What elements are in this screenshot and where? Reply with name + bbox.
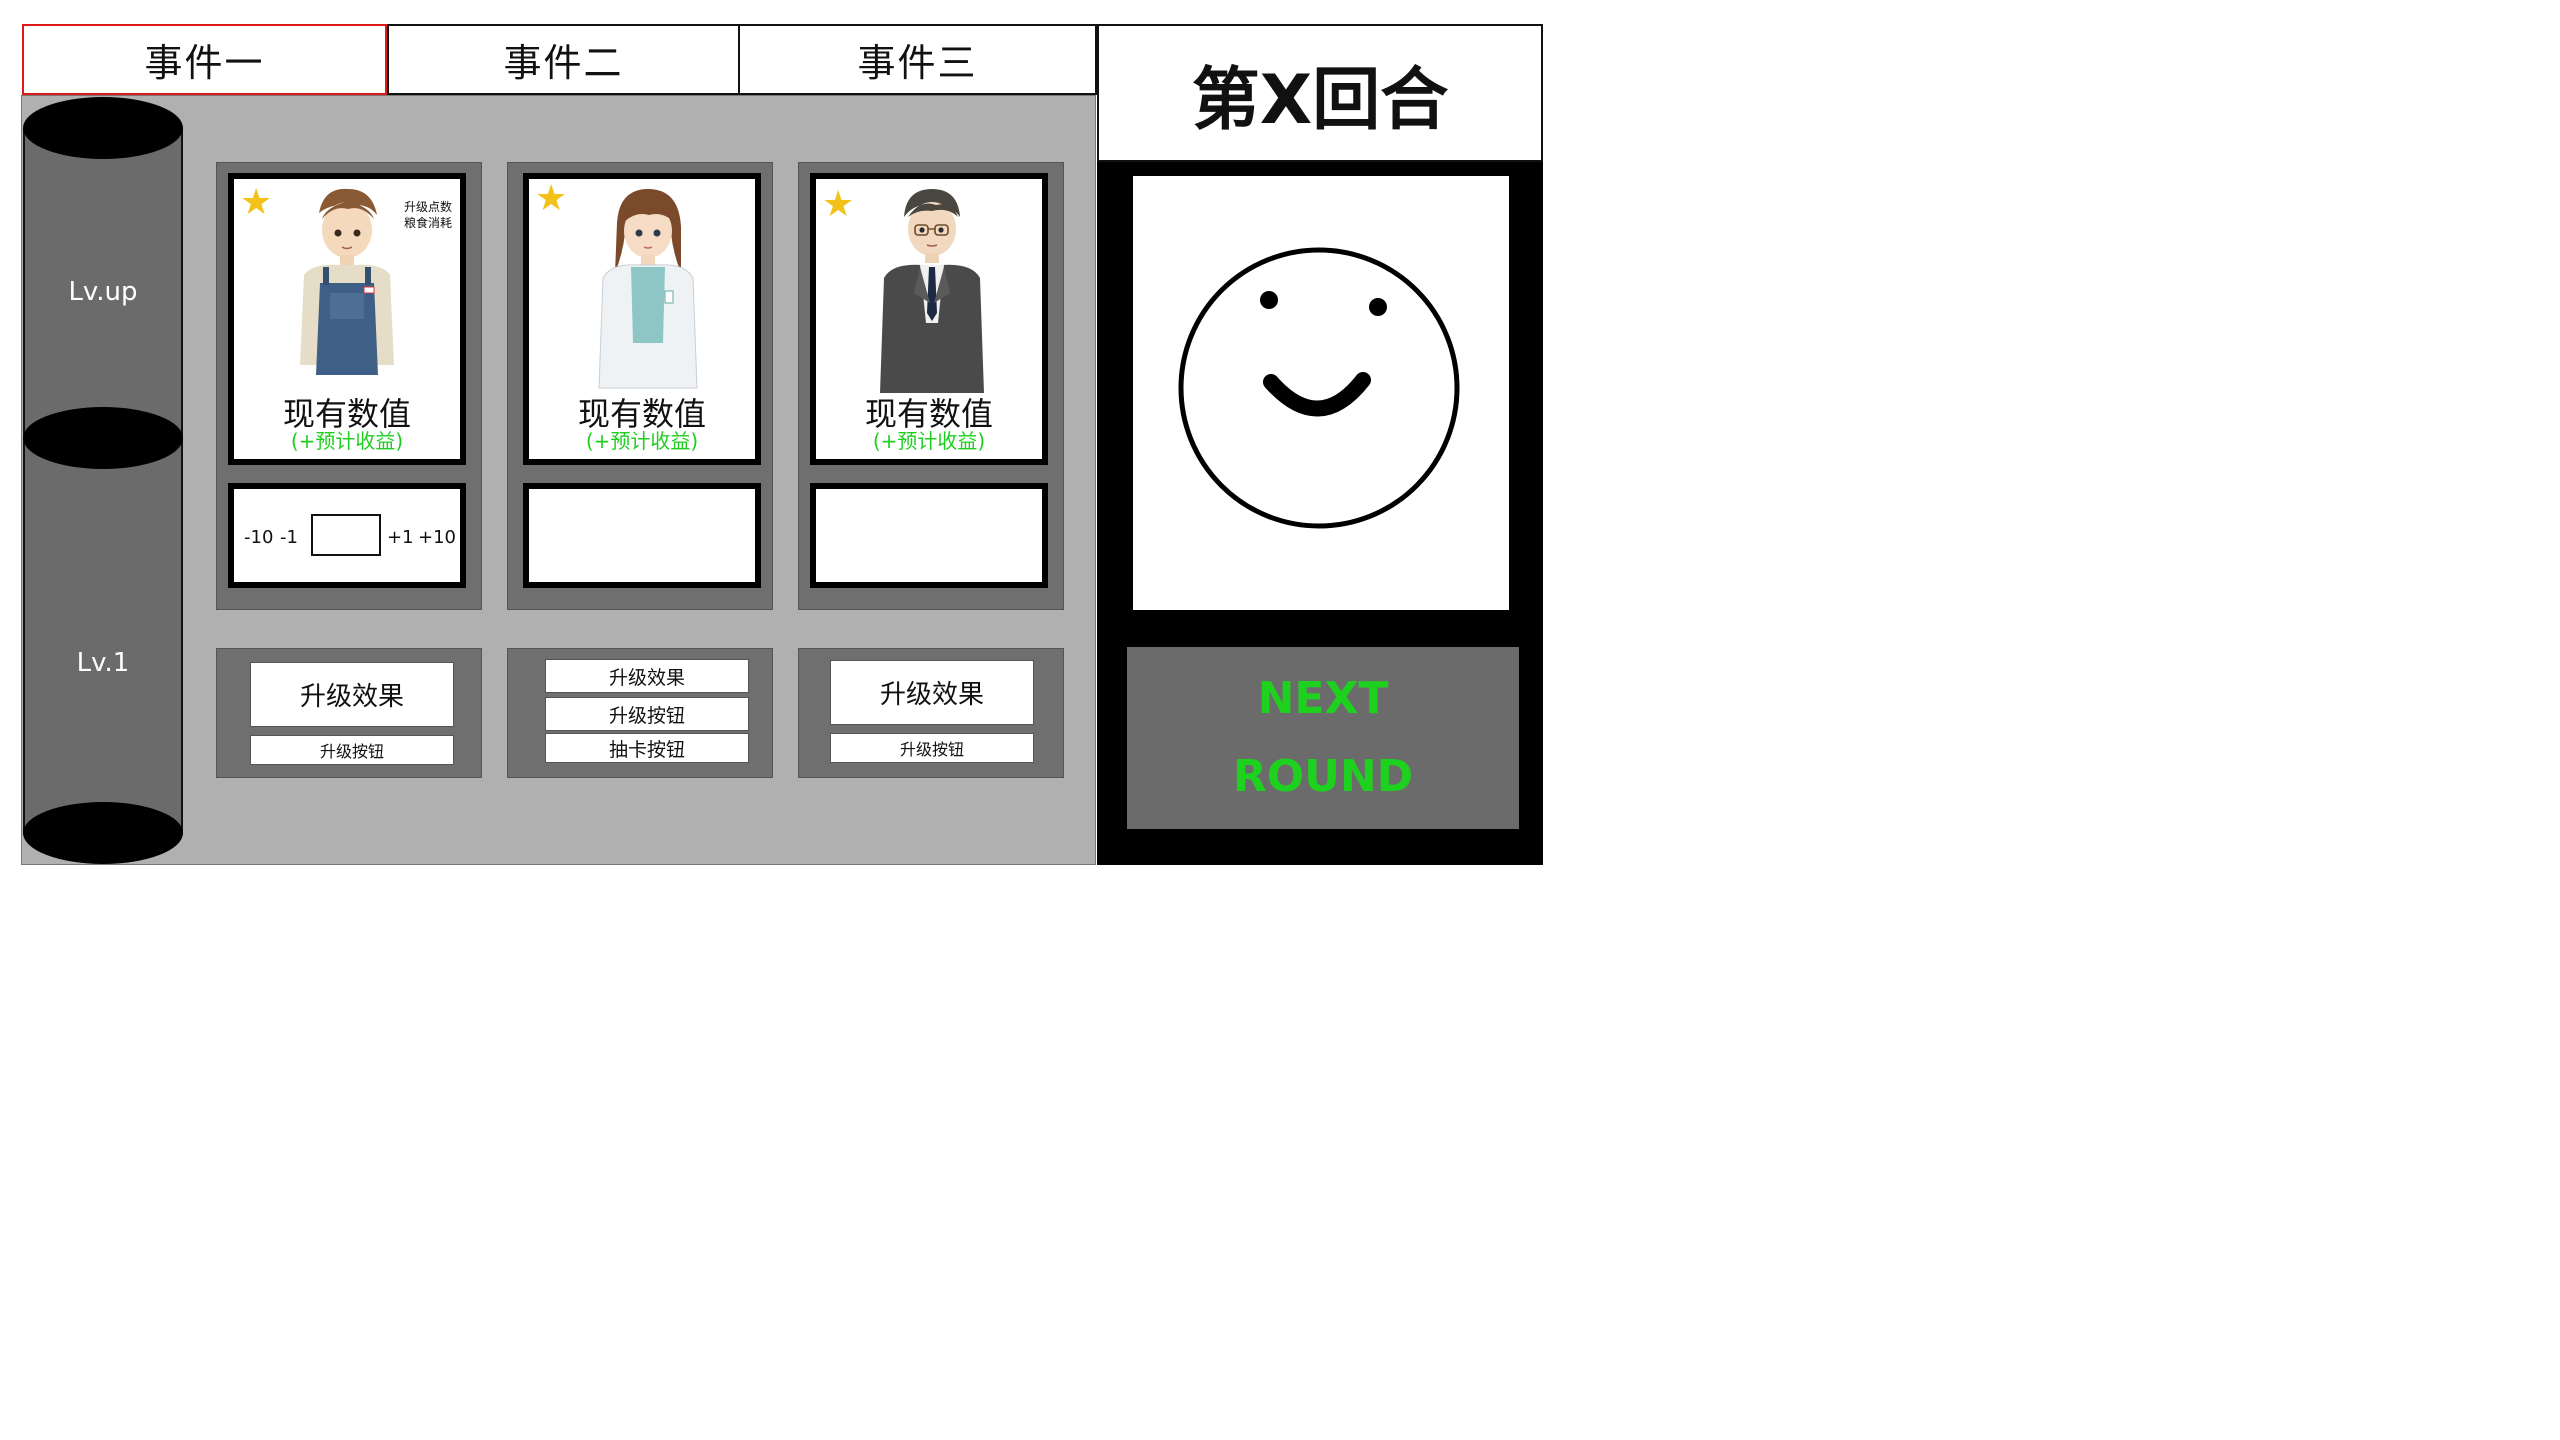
character-card-1[interactable]: ★ 升级点数 粮食消耗 现有数值 (+预计收益) — [228, 173, 466, 465]
tab-event-3[interactable]: 事件三 — [738, 24, 1097, 95]
round-indicator: 第X回合 — [1097, 24, 1543, 162]
upgrade-effect-display: 升级效果 — [250, 662, 454, 727]
star-icon: ★ — [822, 184, 855, 225]
cylinder-bottom-cap — [23, 802, 183, 864]
upgrade-panel-2: 升级效果 升级按钮 抽卡按钮 — [507, 648, 773, 778]
upgrade-effect-display: 升级效果 — [830, 660, 1034, 725]
level-up-label[interactable]: Lv.up — [23, 277, 183, 307]
level-cylinder — [23, 128, 183, 834]
upgrade-panel-1: 升级效果 升级按钮 — [216, 648, 482, 778]
character-card-3[interactable]: ★ 现有数值 (+预计收益) — [810, 173, 1048, 465]
minus-1-button[interactable]: -1 — [280, 527, 298, 548]
upgrade-panel-3: 升级效果 升级按钮 — [798, 648, 1064, 778]
upgrade-button[interactable]: 升级按钮 — [545, 697, 749, 731]
current-level-label: Lv.1 — [76, 648, 130, 678]
expected-gain-label: (+预计收益) — [585, 429, 699, 453]
cylinder-middle-disc — [23, 407, 183, 469]
upgrade-effect-display: 升级效果 — [545, 659, 749, 693]
minus-10-button[interactable]: -10 — [244, 527, 273, 548]
draw-card-button[interactable]: 抽卡按钮 — [545, 733, 749, 763]
next-round-line-1: NEXT — [1257, 673, 1389, 724]
cylinder-top-cap — [23, 97, 183, 159]
researcher-portrait — [598, 189, 698, 389]
upgrade-button[interactable]: 升级按钮 — [830, 733, 1034, 763]
expected-gain-label: (+预计收益) — [872, 429, 986, 453]
quantity-input[interactable] — [311, 514, 381, 556]
smiley-face-icon — [1178, 247, 1460, 529]
next-round-line-2: ROUND — [1232, 751, 1414, 802]
card-2-stepper-area — [523, 483, 761, 588]
card-3-stepper-area — [810, 483, 1048, 588]
tab-event-1[interactable]: 事件一 — [22, 24, 387, 95]
character-card-2[interactable]: ★ 现有数值 (+预计收益) — [523, 173, 761, 465]
star-icon: ★ — [240, 182, 273, 223]
upgrade-button[interactable]: 升级按钮 — [250, 735, 454, 765]
next-round-button[interactable]: NEXT ROUND — [1127, 647, 1519, 829]
plus-1-button[interactable]: +1 — [387, 527, 414, 548]
farmer-portrait — [300, 188, 394, 375]
plus-10-button[interactable]: +10 — [418, 527, 456, 548]
tab-event-2[interactable]: 事件二 — [387, 24, 738, 95]
mood-display — [1133, 176, 1509, 610]
star-icon: ★ — [535, 178, 568, 219]
quantity-stepper: -10 -1 +1 +10 — [228, 483, 466, 588]
businessman-portrait — [880, 189, 984, 393]
expected-gain-label: (+预计收益) — [290, 429, 404, 453]
